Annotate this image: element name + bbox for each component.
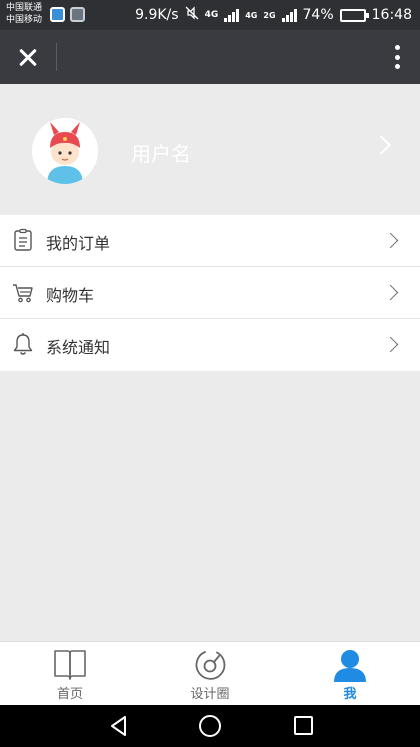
- more-vertical-icon[interactable]: [390, 42, 404, 72]
- tab-me[interactable]: 我: [280, 642, 420, 705]
- menu-item-cart[interactable]: 购物车: [0, 267, 420, 319]
- tab-label-design-circle: 设计圈: [190, 687, 230, 702]
- network-1: 4G: [204, 9, 219, 20]
- username[interactable]: 用户名: [131, 138, 191, 167]
- menu-item-orders[interactable]: 我的订单: [0, 215, 420, 267]
- chevron-right-icon: [382, 232, 399, 249]
- bell-icon: [12, 332, 34, 356]
- system-nav-bar: [0, 705, 420, 747]
- menu-label-cart: 购物车: [46, 286, 95, 305]
- menu-item-notifications[interactable]: 系统通知: [0, 319, 420, 371]
- title-bar: [0, 30, 420, 84]
- profile-header[interactable]: 用户名: [0, 84, 420, 214]
- tab-label-me: 我: [343, 687, 357, 702]
- menu-label-notifications: 系统通知: [46, 338, 111, 357]
- recent-apps-icon[interactable]: [294, 716, 313, 735]
- close-icon[interactable]: [10, 40, 46, 74]
- carrier-1: 中国联通: [6, 3, 43, 13]
- chevron-right-icon: [382, 336, 399, 353]
- carrier-2: 中国移动: [6, 15, 43, 25]
- status-bar: 中国联通 中国移动 9.9K/s 4G 4G 2G 74% 16:48: [0, 0, 420, 30]
- chevron-right-icon: [382, 284, 399, 301]
- cartoon-avatar-icon[interactable]: [32, 118, 98, 184]
- net-speed: 9.9K/s: [135, 7, 179, 23]
- menu-list: 我的订单 购物车 系统通知: [0, 215, 420, 371]
- battery-percent: 74%: [302, 7, 334, 23]
- order-list-icon: [12, 228, 34, 252]
- title-divider: [56, 43, 57, 71]
- status-right: 9.9K/s 4G 4G 2G 74% 16:48: [135, 6, 412, 24]
- notification-image-icon: [70, 7, 85, 22]
- tab-design-circle[interactable]: 设计圈: [140, 642, 280, 705]
- tab-label-home: 首页: [56, 687, 83, 702]
- menu-label-orders: 我的订单: [46, 234, 111, 253]
- back-icon[interactable]: [108, 715, 130, 737]
- signal-1-icon: [224, 8, 240, 22]
- notification-app-icon: [50, 7, 65, 22]
- person-icon: [332, 648, 368, 682]
- tab-bar: 首页 设计圈 我: [0, 641, 420, 705]
- tab-home[interactable]: 首页: [0, 642, 140, 705]
- chevron-right-icon[interactable]: [371, 135, 391, 155]
- clock: 16:48: [371, 7, 412, 23]
- network-3: 2G: [263, 10, 276, 20]
- mute-icon: [185, 6, 199, 24]
- home-icon[interactable]: [199, 715, 221, 737]
- design-circle-icon: [192, 648, 228, 682]
- network-2: 4G: [245, 10, 258, 20]
- battery-icon: [339, 8, 369, 22]
- shopping-cart-icon: [12, 280, 34, 304]
- carrier-info: 中国联通 中国移动: [6, 2, 42, 26]
- book-icon: [52, 648, 88, 682]
- signal-2-icon: [281, 8, 297, 22]
